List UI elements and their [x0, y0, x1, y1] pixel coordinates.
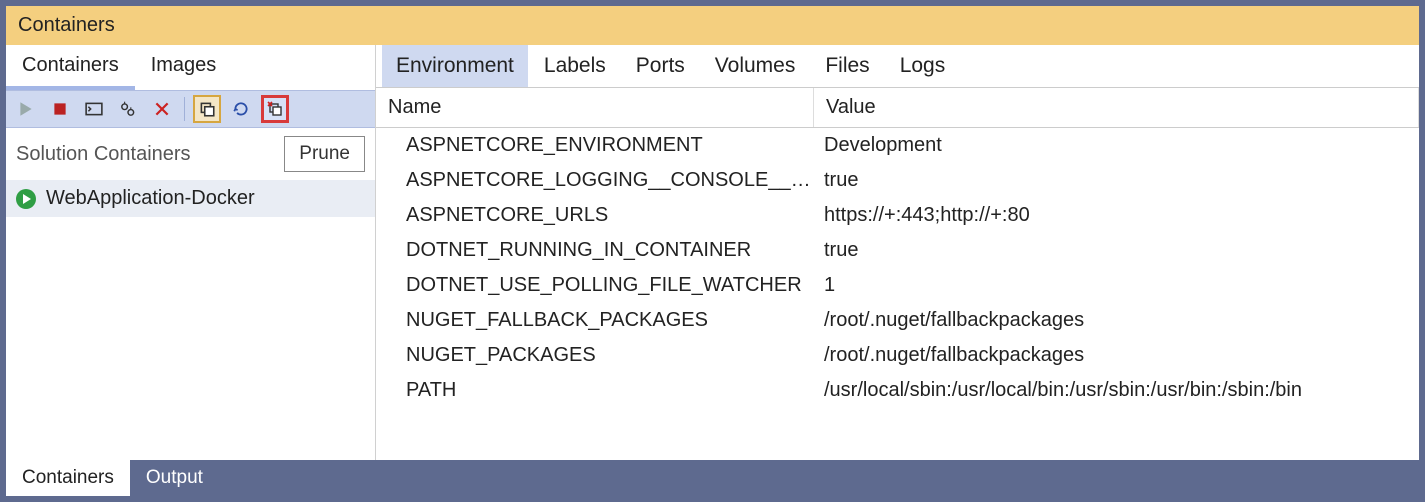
prune-tooltip: Prune	[284, 136, 365, 172]
table-row[interactable]: DOTNET_RUNNING_IN_CONTAINERtrue	[376, 233, 1419, 268]
env-value: /root/.nuget/fallbackpackages	[814, 309, 1419, 332]
env-name: ASPNETCORE_LOGGING__CONSOLE__DISA...	[376, 169, 814, 192]
copy-icon[interactable]	[193, 95, 221, 123]
left-tabs: ContainersImages	[6, 45, 375, 90]
env-name: ASPNETCORE_ENVIRONMENT	[376, 134, 814, 157]
prune-icon[interactable]	[261, 95, 289, 123]
toolbar-separator	[184, 97, 185, 121]
refresh-icon[interactable]	[227, 95, 255, 123]
grid-body: ASPNETCORE_ENVIRONMENTDevelopmentASPNETC…	[376, 128, 1419, 460]
env-name: ASPNETCORE_URLS	[376, 204, 814, 227]
tab-logs[interactable]: Logs	[886, 45, 960, 87]
tab-ports[interactable]: Ports	[622, 45, 699, 87]
table-row[interactable]: NUGET_PACKAGES/root/.nuget/fallbackpacka…	[376, 338, 1419, 373]
bottom-tabs: ContainersOutput	[6, 460, 1419, 496]
bottom-tab-output[interactable]: Output	[130, 460, 219, 496]
env-name: DOTNET_USE_POLLING_FILE_WATCHER	[376, 274, 814, 297]
env-name: PATH	[376, 379, 814, 402]
table-row[interactable]: ASPNETCORE_LOGGING__CONSOLE__DISA...true	[376, 163, 1419, 198]
env-value: /root/.nuget/fallbackpackages	[814, 344, 1419, 367]
list-item-label: WebApplication-Docker	[46, 187, 255, 210]
stop-icon[interactable]	[46, 95, 74, 123]
toolbar	[6, 90, 375, 128]
table-row[interactable]: ASPNETCORE_ENVIRONMENTDevelopment	[376, 128, 1419, 163]
list-item[interactable]: WebApplication-Docker	[6, 180, 375, 217]
env-name: DOTNET_RUNNING_IN_CONTAINER	[376, 239, 814, 262]
container-list: WebApplication-Docker	[6, 180, 375, 460]
table-row[interactable]: NUGET_FALLBACK_PACKAGES/root/.nuget/fall…	[376, 303, 1419, 338]
tab-labels[interactable]: Labels	[530, 45, 620, 87]
env-value: true	[814, 169, 1419, 192]
column-name[interactable]: Name	[376, 88, 814, 127]
table-row[interactable]: PATH/usr/local/sbin:/usr/local/bin:/usr/…	[376, 373, 1419, 408]
settings-icon[interactable]	[114, 95, 142, 123]
env-name: NUGET_FALLBACK_PACKAGES	[376, 309, 814, 332]
window-title: Containers	[6, 6, 1419, 45]
env-name: NUGET_PACKAGES	[376, 344, 814, 367]
tab-environment[interactable]: Environment	[382, 45, 528, 87]
terminal-icon[interactable]	[80, 95, 108, 123]
env-value: Development	[814, 134, 1419, 157]
delete-icon[interactable]	[148, 95, 176, 123]
start-icon[interactable]	[12, 95, 40, 123]
tab-files[interactable]: Files	[811, 45, 883, 87]
right-tabs: EnvironmentLabelsPortsVolumesFilesLogs	[376, 45, 1419, 88]
grid-header: Name Value	[376, 88, 1419, 128]
tab-volumes[interactable]: Volumes	[701, 45, 810, 87]
bottom-tab-containers[interactable]: Containers	[6, 460, 130, 496]
table-row[interactable]: ASPNETCORE_URLShttps://+:443;http://+:80	[376, 198, 1419, 233]
running-icon	[16, 189, 36, 209]
table-row[interactable]: DOTNET_USE_POLLING_FILE_WATCHER1	[376, 268, 1419, 303]
env-value: https://+:443;http://+:80	[814, 204, 1419, 227]
left-tab-containers[interactable]: Containers	[6, 45, 135, 90]
left-tab-images[interactable]: Images	[135, 45, 233, 90]
column-value[interactable]: Value	[814, 88, 1419, 127]
env-value: true	[814, 239, 1419, 262]
env-value: 1	[814, 274, 1419, 297]
env-value: /usr/local/sbin:/usr/local/bin:/usr/sbin…	[814, 379, 1419, 402]
solution-group-label: Solution Containers	[16, 143, 191, 166]
